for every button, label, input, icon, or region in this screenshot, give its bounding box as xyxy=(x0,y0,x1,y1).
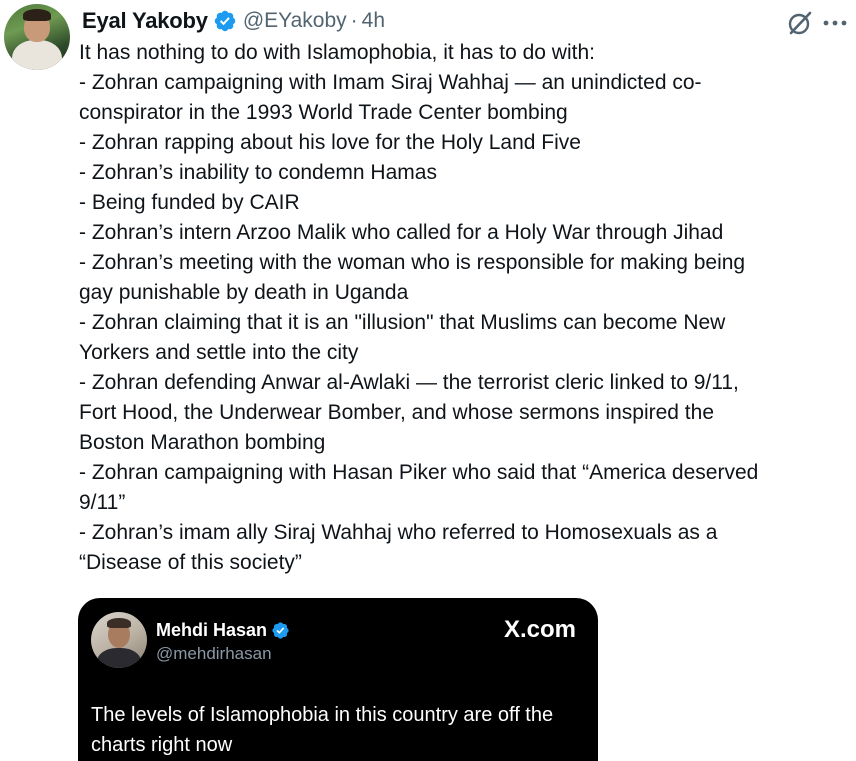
separator-dot: · xyxy=(350,9,358,32)
grok-icon[interactable] xyxy=(786,9,814,37)
tweet-text-line: - Zohran’s intern Arzoo Malik who called… xyxy=(79,221,724,244)
tweet-text-line: - Zohran claiming that it is an "illusio… xyxy=(79,311,726,334)
tweet-text-line: - Zohran rapping about his love for the … xyxy=(79,131,581,154)
quoted-author-handle[interactable]: @mehdirhasan xyxy=(156,644,272,664)
tweet-text-line: It has nothing to do with Islamophobia, … xyxy=(79,41,595,64)
quoted-author-name[interactable]: Mehdi Hasan xyxy=(156,620,267,641)
timestamp[interactable]: 4h xyxy=(362,9,385,33)
more-options-icon[interactable] xyxy=(818,10,854,36)
quoted-post-card[interactable]: Mehdi Hasan @mehdirhasan X.com The level… xyxy=(78,598,598,761)
tweet-text: It has nothing to do with Islamophobia, … xyxy=(79,38,849,578)
verified-badge-icon xyxy=(214,10,236,32)
tweet-text-line: Yorkers and settle into the city xyxy=(79,341,359,364)
source-brand-label: X.com xyxy=(503,616,576,643)
tweet-text-line: - Zohran’s imam ally Siraj Wahhaj who re… xyxy=(79,521,718,544)
tweet-text-line: 9/11” xyxy=(79,491,126,514)
quoted-author-avatar[interactable] xyxy=(91,612,147,668)
tweet-text-line: Boston Marathon bombing xyxy=(79,431,326,454)
quoted-post-text: The levels of Islamophobia in this count… xyxy=(91,704,554,756)
tweet-text-line: - Zohran’s inability to condemn Hamas xyxy=(79,161,437,184)
tweet-text-line: - Zohran’s meeting with the woman who is… xyxy=(79,251,746,274)
tweet: Eyal Yakoby @EYakoby · 4h It has nothing… xyxy=(0,0,856,761)
tweet-text-line: gay punishable by death in Uganda xyxy=(79,281,409,304)
tweet-text-line: “Disease of this society” xyxy=(79,551,302,574)
author-handle[interactable]: @EYakoby xyxy=(243,9,347,33)
tweet-header: Eyal Yakoby @EYakoby · 4h xyxy=(82,6,385,36)
tweet-text-line: conspirator in the 1993 World Trade Cent… xyxy=(79,101,568,124)
tweet-text-line: - Being funded by CAIR xyxy=(79,191,300,214)
tweet-text-line: - Zohran defending Anwar al-Awlaki — the… xyxy=(79,371,739,394)
author-display-name[interactable]: Eyal Yakoby xyxy=(82,8,208,34)
tweet-text-line: - Zohran campaigning with Imam Siraj Wah… xyxy=(79,71,702,94)
tweet-text-line: Fort Hood, the Underwear Bomber, and who… xyxy=(79,401,714,424)
quoted-author-row: Mehdi Hasan xyxy=(156,620,290,641)
verified-badge-icon xyxy=(272,622,289,639)
tweet-text-line: - Zohran campaigning with Hasan Piker wh… xyxy=(79,461,759,484)
author-avatar[interactable] xyxy=(4,4,70,70)
